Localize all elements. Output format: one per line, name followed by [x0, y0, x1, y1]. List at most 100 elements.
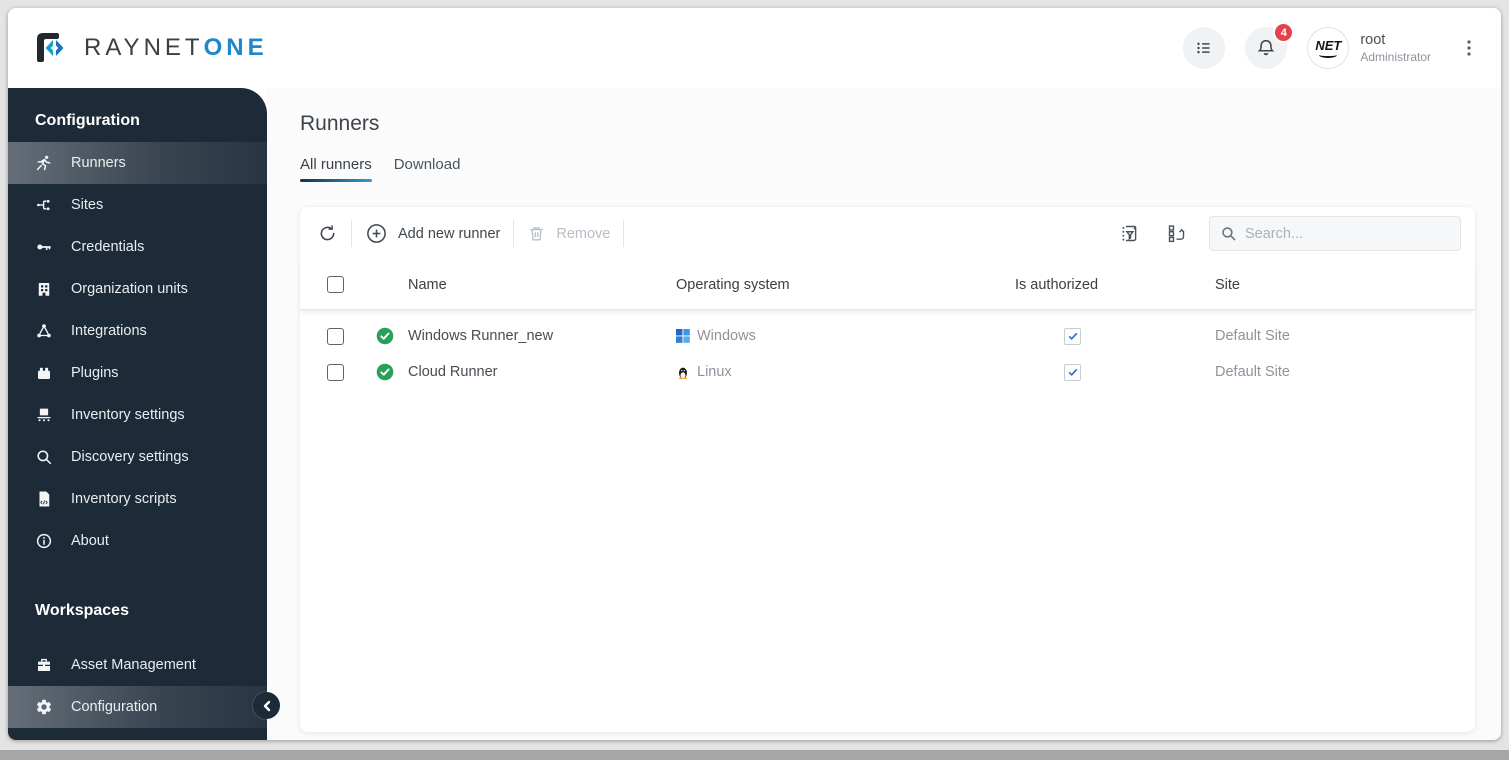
conveyor-icon [35, 406, 53, 424]
top-header: RAYNETONE 4 NET root Administrator [8, 8, 1501, 88]
plus-circle-icon [367, 224, 386, 243]
trash-icon [530, 227, 544, 241]
key-icon [35, 238, 53, 256]
info-icon [35, 532, 53, 550]
building-icon [35, 280, 53, 298]
add-new-runner-button[interactable]: Add new runner [365, 222, 500, 245]
avatar-swoosh [1319, 52, 1338, 58]
notifications-button[interactable]: 4 [1245, 22, 1295, 69]
tab-all-runners[interactable]: All runners [300, 156, 372, 182]
sidebar-item-runners[interactable]: Runners [8, 142, 267, 184]
sidebar-item-credentials[interactable]: Credentials [8, 226, 267, 268]
refresh-button[interactable] [317, 223, 338, 244]
sidebar-item-configuration[interactable]: Configuration [8, 686, 267, 728]
script-file-icon [35, 490, 53, 508]
row-checkbox[interactable] [327, 327, 344, 345]
column-chooser-button[interactable] [1166, 223, 1187, 244]
user-avatar[interactable]: NET [1307, 27, 1350, 69]
plugin-icon [35, 364, 53, 382]
toolbar-separator [351, 220, 352, 247]
sidebar-item-label: Integrations [71, 323, 147, 339]
runner-icon [35, 154, 53, 172]
runner-name: Windows Runner_new [408, 328, 554, 344]
task-list-button[interactable] [1183, 27, 1226, 69]
sidebar-section-workspaces-wrap: Workspaces Asset Management Configuratio… [8, 592, 267, 728]
sidebar-collapse-button[interactable] [253, 692, 280, 719]
row-checkbox[interactable] [327, 363, 344, 381]
remove-button[interactable]: Remove [527, 224, 610, 243]
windows-logo-icon [676, 329, 690, 343]
window-frame: RAYNETONE 4 NET root Administrator Confi… [0, 0, 1509, 750]
table-header: Name Operating system Is authorized Site [300, 260, 1475, 310]
runner-os: Linux [697, 364, 732, 380]
filter-icon [1122, 225, 1137, 242]
briefcase-icon [35, 656, 53, 674]
toolbar-separator [513, 220, 515, 247]
check-icon [1068, 332, 1077, 340]
remove-label: Remove [556, 225, 611, 242]
is-authorized-checkbox[interactable] [1064, 327, 1081, 345]
main-content: Runners All runners Download Add new run… [267, 88, 1501, 740]
sidebar-item-about[interactable]: About [8, 520, 267, 562]
task-list-icon [1197, 42, 1210, 54]
notification-badge: 4 [1273, 22, 1295, 43]
kebab-menu-icon [1467, 40, 1471, 56]
sites-icon [35, 196, 53, 214]
sidebar-item-label: Configuration [71, 699, 158, 715]
column-header-site[interactable]: Site [1215, 277, 1475, 293]
runner-os: Windows [697, 328, 756, 344]
linux-logo-icon [678, 367, 688, 379]
filter-builder-button[interactable] [1119, 223, 1140, 244]
magnifier-icon [35, 448, 53, 466]
sidebar-item-inventory-scripts[interactable]: Inventory scripts [8, 478, 267, 520]
sidebar-item-label: Discovery settings [71, 449, 189, 465]
column-header-os[interactable]: Operating system [676, 277, 1015, 293]
header-actions: 4 NET root Administrator [1183, 22, 1477, 69]
sidebar-item-discovery-settings[interactable]: Discovery settings [8, 436, 267, 478]
gear-icon [35, 698, 53, 716]
check-icon [1068, 368, 1077, 376]
bell-icon [1257, 39, 1275, 56]
search-icon [1220, 225, 1237, 242]
sidebar-item-label: Runners [71, 155, 126, 171]
table-row[interactable]: Cloud Runner Linux Default Site [300, 354, 1475, 390]
tab-download[interactable]: Download [394, 156, 461, 182]
sidebar-item-label: Asset Management [71, 657, 196, 673]
column-header-name[interactable]: Name [408, 277, 676, 293]
sidebar-item-label: Inventory settings [71, 407, 185, 423]
sidebar-item-sites[interactable]: Sites [8, 184, 267, 226]
runner-site: Default Site [1215, 328, 1290, 344]
runners-panel: Add new runner Remove Search... Name Ope… [300, 207, 1475, 732]
brand-logo-icon [37, 33, 64, 62]
sidebar-item-inventory-settings[interactable]: Inventory settings [8, 394, 267, 436]
select-all-checkbox[interactable] [327, 276, 344, 293]
brand-logo: RAYNETONE [32, 28, 268, 68]
page-title: Runners [300, 112, 380, 135]
sidebar: Configuration Runners Sites Credentials … [8, 88, 280, 740]
is-authorized-checkbox[interactable] [1064, 363, 1081, 381]
sidebar-item-asset-management[interactable]: Asset Management [8, 644, 267, 686]
integrations-icon [35, 322, 53, 340]
sidebar-item-label: Organization units [71, 281, 188, 297]
sidebar-item-label: About [71, 533, 109, 549]
app-window: RAYNETONE 4 NET root Administrator Confi… [8, 8, 1501, 740]
table-row[interactable]: Windows Runner_new Windows Default Site [300, 318, 1475, 354]
more-menu-button[interactable] [1461, 39, 1477, 57]
tab-bar: All runners Download [300, 156, 1475, 182]
runner-site: Default Site [1215, 364, 1290, 380]
sidebar-item-integrations[interactable]: Integrations [8, 310, 267, 352]
brand-wordmark: RAYNETONE [84, 34, 268, 61]
sidebar-item-label: Credentials [71, 239, 145, 255]
search-input[interactable] [1245, 225, 1450, 242]
sidebar-item-organization-units[interactable]: Organization units [8, 268, 267, 310]
column-header-authorized[interactable]: Is authorized [1015, 277, 1215, 293]
search-box [1209, 216, 1461, 251]
sidebar-section-workspaces: Workspaces [35, 602, 129, 619]
chevron-left-icon [263, 700, 270, 711]
status-online-icon [376, 363, 394, 381]
sidebar-item-plugins[interactable]: Plugins [8, 352, 267, 394]
column-chooser-icon [1168, 225, 1185, 243]
sidebar-item-label: Plugins [71, 365, 119, 381]
sidebar-section-configuration: Configuration [35, 112, 140, 129]
avatar-text: NET [1315, 38, 1342, 53]
